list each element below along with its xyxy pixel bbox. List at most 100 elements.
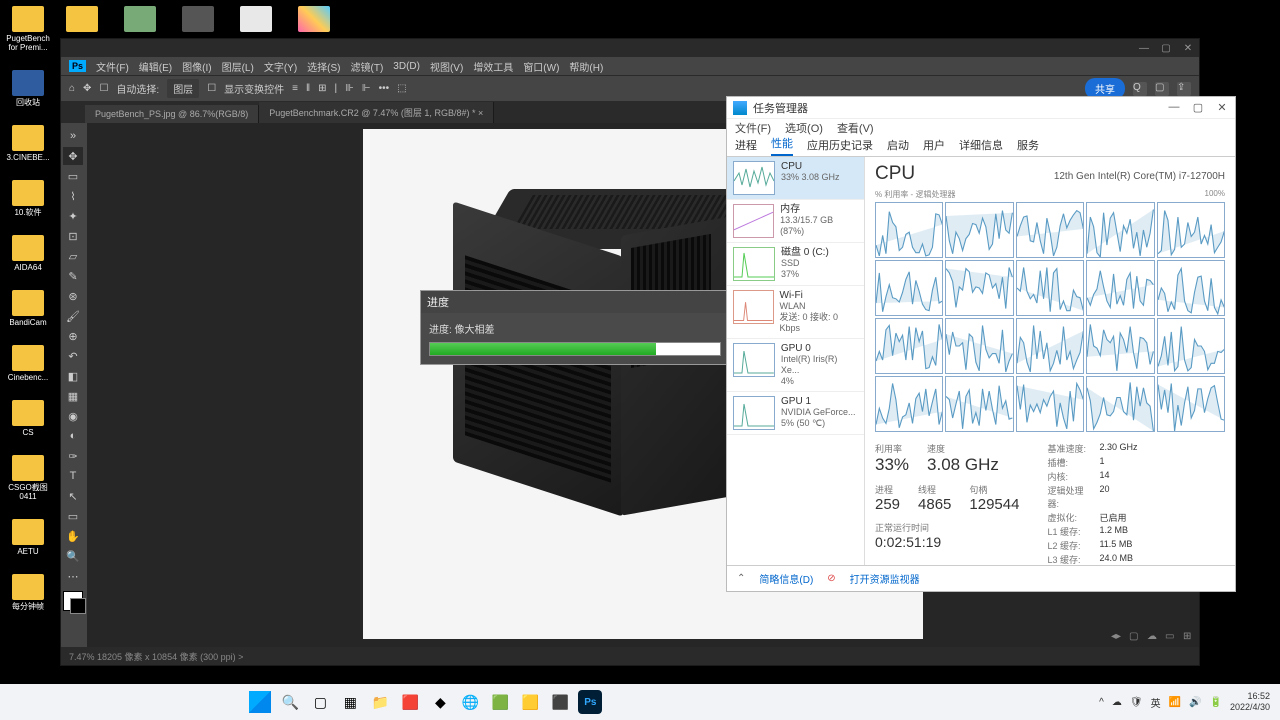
tray-icon[interactable]: 🛡: [1130, 697, 1143, 708]
type-tool-icon[interactable]: T: [63, 467, 83, 485]
menu-item[interactable]: 图像(I): [182, 59, 211, 74]
tm-side-memory[interactable]: 内存13.3/15.7 GB (87%): [727, 200, 864, 243]
home-icon[interactable]: ⌂: [69, 83, 75, 94]
align-icon[interactable]: ⊞: [318, 83, 326, 94]
pen-tool-icon[interactable]: ✑: [63, 447, 83, 465]
desktop-icon[interactable]: 3.CINEBE...: [6, 125, 50, 162]
heal-tool-icon[interactable]: ⊛: [63, 287, 83, 305]
desktop-icon[interactable]: [60, 6, 104, 32]
clock[interactable]: 16:522022/4/30: [1230, 691, 1270, 713]
menu-item[interactable]: 文件(F): [96, 59, 129, 74]
eyedropper-tool-icon[interactable]: ✎: [63, 267, 83, 285]
menu-item[interactable]: 窗口(W): [523, 59, 559, 74]
tm-side-gpu0[interactable]: GPU 0Intel(R) Iris(R) Xe...4%: [727, 339, 864, 392]
taskbar-app-icon[interactable]: ⬛: [548, 690, 572, 714]
menu-item[interactable]: 选项(O): [785, 120, 823, 136]
taskbar-app-icon[interactable]: 🟥: [398, 690, 422, 714]
tm-cpu-grid[interactable]: [875, 202, 1225, 432]
history-brush-icon[interactable]: ↶: [63, 347, 83, 365]
frame-tool-icon[interactable]: ▱: [63, 247, 83, 265]
tray-icon[interactable]: ☁: [1112, 697, 1122, 708]
desktop-icon[interactable]: BandiCam: [6, 290, 50, 327]
menu-item[interactable]: 3D(D): [393, 61, 420, 72]
menu-item[interactable]: 文件(F): [735, 120, 771, 136]
minimize-icon[interactable]: —: [1167, 101, 1181, 114]
desktop-icon[interactable]: CSGO截图0411: [6, 455, 50, 501]
progress-title[interactable]: 进度: [421, 291, 729, 313]
marquee-tool-icon[interactable]: ▭: [63, 167, 83, 185]
menu-item[interactable]: 图层(L): [222, 59, 254, 74]
color-swatch[interactable]: [63, 591, 83, 611]
gradient-tool-icon[interactable]: ▦: [63, 387, 83, 405]
distribute-icon[interactable]: ⊪: [345, 83, 354, 94]
tool-icon[interactable]: »: [63, 127, 83, 145]
desktop-icon[interactable]: CS: [6, 400, 50, 437]
document-tab[interactable]: PugetBench_PS.jpg @ 86.7%(RGB/8): [85, 105, 259, 123]
taskbar-app-icon[interactable]: 🟨: [518, 690, 542, 714]
crop-tool-icon[interactable]: ⊡: [63, 227, 83, 245]
tab[interactable]: 服务: [1017, 137, 1039, 156]
task-view-icon[interactable]: ▢: [308, 690, 332, 714]
desktop-icon[interactable]: Cinebenc...: [6, 345, 50, 382]
3d-mode-icon[interactable]: ⬚: [397, 83, 406, 94]
maximize-icon[interactable]: ▢: [1159, 43, 1173, 54]
widgets-icon[interactable]: ▦: [338, 690, 362, 714]
minimize-icon[interactable]: —: [1137, 43, 1151, 54]
tm-side-disk[interactable]: 磁盘 0 (C:)SSD37%: [727, 243, 864, 286]
dodge-tool-icon[interactable]: ◐: [63, 427, 83, 445]
menu-item[interactable]: 视图(V): [430, 59, 463, 74]
menu-item[interactable]: 编辑(E): [139, 59, 172, 74]
explorer-icon[interactable]: 📁: [368, 690, 392, 714]
tab[interactable]: 应用历史记录: [807, 137, 873, 156]
edge-icon[interactable]: 🌐: [458, 690, 482, 714]
stamp-tool-icon[interactable]: ⊕: [63, 327, 83, 345]
desktop-icon[interactable]: [118, 6, 162, 32]
resource-monitor-link[interactable]: 打开资源监视器: [850, 571, 920, 586]
wifi-icon[interactable]: 📶: [1169, 697, 1181, 708]
hand-tool-icon[interactable]: ✋: [63, 527, 83, 545]
icon[interactable]: ⊞: [1183, 631, 1195, 643]
start-button[interactable]: [248, 690, 272, 714]
edit-toolbar-icon[interactable]: ⋯: [63, 567, 83, 585]
chevron-up-icon[interactable]: ^: [1099, 697, 1104, 708]
tm-side-cpu[interactable]: CPU33% 3.08 GHz: [727, 157, 864, 200]
language-indicator[interactable]: 英: [1151, 695, 1161, 710]
zoom-tool-icon[interactable]: 🔍: [63, 547, 83, 565]
document-tab-active[interactable]: PugetBenchmark.CR2 @ 7.47% (图层 1, RGB/8#…: [259, 102, 494, 123]
more-icon[interactable]: •••: [379, 83, 390, 94]
layer-dropdown[interactable]: 图层: [167, 79, 199, 98]
tab[interactable]: 详细信息: [959, 137, 1003, 156]
distribute-icon[interactable]: ⊩: [362, 83, 371, 94]
less-details-link[interactable]: 简略信息(D): [759, 571, 813, 586]
tab[interactable]: 用户: [923, 137, 945, 156]
eraser-tool-icon[interactable]: ◧: [63, 367, 83, 385]
photoshop-taskbar-icon[interactable]: Ps: [578, 690, 602, 714]
search-icon[interactable]: 🔍: [278, 690, 302, 714]
battery-icon[interactable]: 🔋: [1209, 697, 1221, 708]
desktop-icon[interactable]: 回收站: [6, 70, 50, 107]
shape-tool-icon[interactable]: ▭: [63, 507, 83, 525]
desktop-icon[interactable]: [234, 6, 278, 32]
taskbar-app-icon[interactable]: ◆: [428, 690, 452, 714]
desktop-icon[interactable]: 10.软件: [6, 180, 50, 217]
menu-item[interactable]: 文字(Y): [264, 59, 297, 74]
desktop-icon[interactable]: [176, 6, 220, 32]
desktop-icon[interactable]: [292, 6, 336, 32]
taskbar-app-icon[interactable]: 🟩: [488, 690, 512, 714]
desktop-icon[interactable]: AIDA64: [6, 235, 50, 272]
tm-side-wifi[interactable]: Wi-FiWLAN发送: 0 接收: 0 Kbps: [727, 286, 864, 339]
wand-tool-icon[interactable]: ✦: [63, 207, 83, 225]
maximize-icon[interactable]: ▢: [1191, 101, 1205, 114]
tm-side-gpu1[interactable]: GPU 1NVIDIA GeForce...5% (50 ℃): [727, 392, 864, 435]
menu-item[interactable]: 帮助(H): [569, 59, 603, 74]
brush-tool-icon[interactable]: 🖌: [63, 307, 83, 325]
icon[interactable]: ☁: [1147, 631, 1159, 643]
menu-item[interactable]: 增效工具: [473, 59, 513, 74]
ps-titlebar[interactable]: — ▢ ✕: [61, 39, 1199, 57]
align-icon[interactable]: ‖: [306, 83, 310, 94]
tab[interactable]: 进程: [735, 137, 757, 156]
close-icon[interactable]: ✕: [1181, 43, 1195, 54]
close-tab-icon[interactable]: ×: [478, 108, 483, 118]
menu-item[interactable]: 查看(V): [837, 120, 874, 136]
menu-item[interactable]: 滤镜(T): [351, 59, 384, 74]
